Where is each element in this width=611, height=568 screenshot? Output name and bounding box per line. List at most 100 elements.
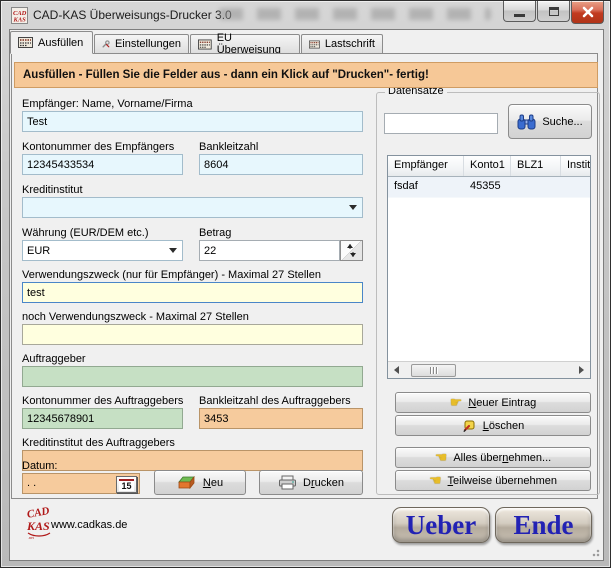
chevron-down-icon [349,205,357,210]
suche-button[interactable]: Suche... [508,104,592,139]
svg-text:KAS: KAS [13,17,27,24]
cell-blz1[interactable] [511,177,561,197]
konto-empfaenger-label: Kontonummer des Empfängers [22,141,174,153]
suche-label: Suche... [542,116,582,128]
datum-field[interactable]: . . 15 [22,473,140,494]
titlebar[interactable]: CAD KAS CAD-KAS Überweisungs-Drucker 3.0 [1,1,610,29]
cadkas-logo: CAD KAS .net [26,504,52,540]
maximize-button[interactable] [537,1,570,22]
tab-label: Einstellungen [115,38,181,50]
betrag-input[interactable] [199,240,340,261]
drucken-label: Drucken [303,477,344,489]
grip-icon [430,367,431,374]
kreditinstitut-label: Kreditinstitut [22,184,83,196]
up-down-icon [341,241,362,260]
loeschen-label: Löschen [483,420,525,432]
calendar-icon: 15 [119,479,133,491]
pencil-hand-icon [462,419,477,433]
hand-right-icon: ☛ [450,396,463,410]
maximize-icon [549,7,559,16]
col-blz1[interactable]: BLZ1 [511,156,561,176]
client-area: Ausfüllen Einstellungen EU Überweisung [9,29,604,561]
chevron-down-icon [169,248,177,253]
minimize-icon [514,14,525,17]
auftraggeber-input[interactable] [22,366,363,387]
verwendungszweck1-label: Verwendungszweck (nur für Empfänger) - M… [22,269,321,281]
konto-auftraggeber-label: Kontonummer des Auftraggebers [22,395,183,407]
hand-left-icon: ☚ [429,474,442,488]
close-button[interactable] [571,1,604,24]
col-instit[interactable]: Instit [561,156,590,176]
tab-einstellungen[interactable]: Einstellungen [94,34,189,54]
cell-empfaenger[interactable]: fsdaf [388,177,464,197]
form-icon [309,39,320,50]
tab-label: Lastschrift [325,38,375,50]
ende-label: Ende [513,510,573,541]
redacted-smudge [219,8,491,20]
scroll-left-button[interactable] [388,362,405,379]
tab-label: Ausfüllen [38,37,83,49]
app-window: CAD KAS CAD-KAS Überweisungs-Drucker 3.0… [0,0,611,568]
app-logo-icon: CAD KAS [11,7,28,24]
blz-auftraggeber-label: Bankleitzahl des Auftraggebers [199,395,351,407]
teilweise-uebernehmen-button[interactable]: ☚ Teilweise übernehmen [395,470,591,491]
calendar-button[interactable]: 15 [116,476,137,493]
table-row[interactable]: fsdaf 45355 [388,177,590,198]
close-icon [582,6,594,18]
scrollbar-thumb[interactable] [411,364,456,377]
scroll-right-button[interactable] [573,362,590,379]
ueber-button[interactable]: Ueber [392,507,490,543]
hand-left-icon: ☚ [435,451,448,465]
konto-empfaenger-input[interactable] [22,154,183,175]
website-link[interactable]: www.cadkas.de [51,519,127,531]
arrow-right-icon [579,366,584,374]
table-header[interactable]: Empfänger Konto1 BLZ1 Instit [388,156,590,177]
svg-text:KAS: KAS [26,519,50,533]
resize-grip[interactable] [592,549,600,557]
printer-icon [278,475,297,490]
waehrung-value: EUR [27,245,50,257]
col-konto1[interactable]: Konto1 [464,156,511,176]
eraser-icon [177,476,197,489]
alles-uebernehmen-label: Alles übernehmen... [453,452,551,464]
auftraggeber-label: Auftraggeber [22,353,86,365]
neu-button[interactable]: Neu [154,470,246,495]
neuer-eintrag-button[interactable]: ☛ Neuer Eintrag [395,392,591,413]
minimize-button[interactable] [503,1,536,22]
grip-icon [436,367,437,374]
verwendungszweck2-input[interactable] [22,324,363,345]
kreditinstitut-auftraggeber-label: Kreditinstitut des Auftraggebers [22,437,175,449]
cell-instit[interactable] [561,177,590,197]
tab-eu-ueberweisung[interactable]: EU Überweisung [190,34,300,54]
cell-konto1[interactable]: 45355 [464,177,511,197]
neu-label: Neu [203,477,223,489]
grip-icon [433,367,434,374]
kreditinstitut-auftraggeber-input[interactable] [22,450,363,471]
empfaenger-input[interactable] [22,111,363,132]
tab-lastschrift[interactable]: Lastschrift [301,34,383,54]
empfaenger-label: Empfänger: Name, Vorname/Firma [22,98,193,110]
neuer-eintrag-label: Neuer Eintrag [468,397,536,409]
verwendungszweck1-input[interactable] [22,282,363,303]
blz-auftraggeber-input[interactable] [199,408,363,429]
datum-value: . . [27,477,36,489]
horizontal-scrollbar[interactable] [388,361,590,378]
search-input[interactable] [384,113,498,134]
verwendungszweck2-label: noch Verwendungszweck - Maximal 27 Stell… [22,311,249,323]
drucken-button[interactable]: Drucken [259,470,363,495]
form-icon [198,39,212,50]
bankleitzahl-label: Bankleitzahl [199,141,258,153]
bankleitzahl-input[interactable] [199,154,363,175]
betrag-spinner[interactable] [340,240,363,261]
alles-uebernehmen-button[interactable]: ☚ Alles übernehmen... [395,447,591,468]
ende-button[interactable]: Ende [495,507,592,543]
waehrung-combo[interactable]: EUR [22,240,183,261]
konto-auftraggeber-input[interactable] [22,408,183,429]
ueber-label: Ueber [406,510,476,541]
loeschen-button[interactable]: Löschen [395,415,591,436]
records-table[interactable]: Empfänger Konto1 BLZ1 Instit fsdaf 45355 [387,155,591,379]
teilweise-uebernehmen-label: Teilweise übernehmen [448,475,557,487]
tab-ausfuellen[interactable]: Ausfüllen [10,31,93,54]
col-empfaenger[interactable]: Empfänger [388,156,464,176]
kreditinstitut-combo[interactable] [22,197,363,218]
